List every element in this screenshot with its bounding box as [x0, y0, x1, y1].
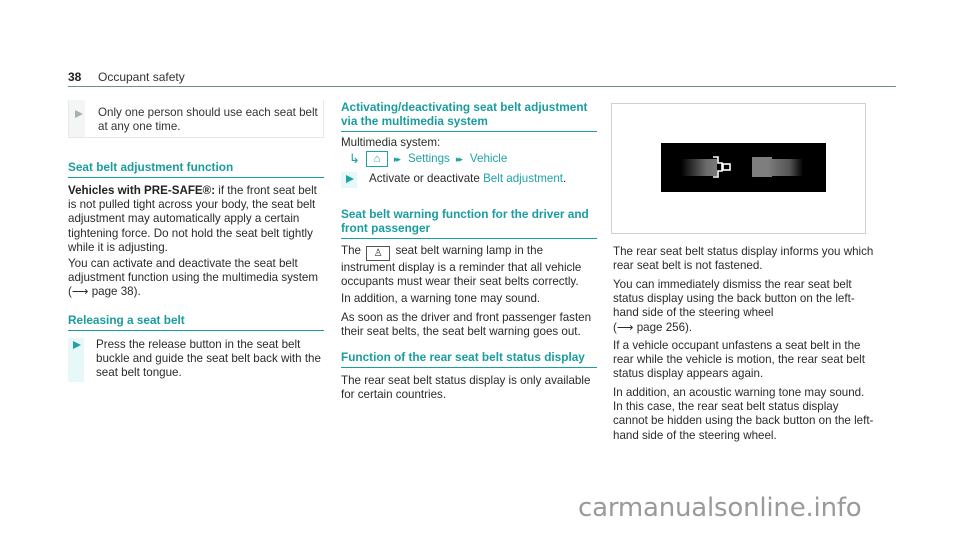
heading-rear-status-display: Function of the rear seat belt status di…	[341, 350, 597, 368]
acoustic-warning-paragraph: In addition, an acoustic warning tone ma…	[613, 386, 874, 442]
note-box: Only one person should use each seat bel…	[68, 100, 324, 138]
path-item-vehicle[interactable]: Vehicle	[470, 152, 507, 166]
warning-lamp-paragraph: The ♙ seat belt warning lamp in the inst…	[341, 244, 582, 289]
bullet-arrow-icon	[346, 175, 354, 183]
path-arrow-icon: ↳	[349, 150, 360, 166]
reappear-paragraph: If a vehicle occupant unfastens a seat b…	[613, 339, 865, 381]
heading-seat-belt-adjustment: Seat belt adjustment function	[68, 160, 324, 178]
status-display-info: The rear seat belt status display inform…	[613, 245, 874, 273]
heading-seat-belt-warning: Seat belt warning function for the drive…	[341, 207, 597, 239]
rear-belt-status-figure	[611, 103, 866, 234]
note-text: Only one person should use each seat bel…	[98, 106, 318, 134]
menu-path: ↳ ⌂ ▸▸ Settings ▸▸ Vehicle	[349, 151, 507, 167]
pre-safe-paragraph: Vehicles with PRE-SAFE®: if the front se…	[68, 184, 317, 254]
page-header: 38 Occupant safety	[68, 69, 896, 87]
heading-releasing-seat-belt: Releasing a seat belt	[68, 313, 324, 331]
adjustment-paragraph: You can activate and deactivate the seat…	[68, 257, 319, 299]
double-chevron-icon: ▸▸	[455, 153, 463, 164]
warning-tone-paragraph: In addition, a warning tone may sound.	[341, 292, 541, 305]
bullet-arrow-icon	[75, 110, 83, 118]
page-number: 38	[68, 70, 82, 84]
seat-belt-warning-lamp-icon: ♙	[366, 246, 391, 261]
heading-activating-adjustment: Activating/deactivating seat belt adjust…	[341, 100, 597, 132]
pre-safe-label: Vehicles with PRE-SAFE®:	[68, 184, 216, 197]
release-step: Press the release button in the seat bel…	[68, 338, 326, 382]
double-chevron-icon: ▸▸	[393, 153, 401, 164]
status-display-image	[661, 143, 826, 192]
belt-strap-right	[769, 159, 803, 176]
rear-display-availability: The rear seat belt status display is onl…	[341, 374, 591, 402]
watermark: carmanualsonline.info	[578, 493, 862, 523]
activate-step: Activate or deactivate Belt adjustment.	[341, 172, 599, 188]
seat-belt-buckle-icon	[713, 156, 731, 178]
home-icon[interactable]: ⌂	[365, 151, 388, 167]
section-title: Occupant safety	[98, 70, 185, 84]
multimedia-intro: Multimedia system:	[341, 136, 441, 149]
bullet-arrow-icon	[73, 341, 81, 349]
dismiss-paragraph: You can immediately dismiss the rear sea…	[613, 278, 855, 334]
page-reference-link[interactable]: (⟶ page 256).	[613, 321, 692, 334]
belt-adjustment-link[interactable]: Belt adjustment	[483, 172, 563, 185]
path-item-settings[interactable]: Settings	[408, 152, 450, 166]
page-reference-link[interactable]: ⟶ page 38	[72, 285, 134, 298]
warning-goes-out-paragraph: As soon as the driver and front passenge…	[341, 311, 592, 339]
